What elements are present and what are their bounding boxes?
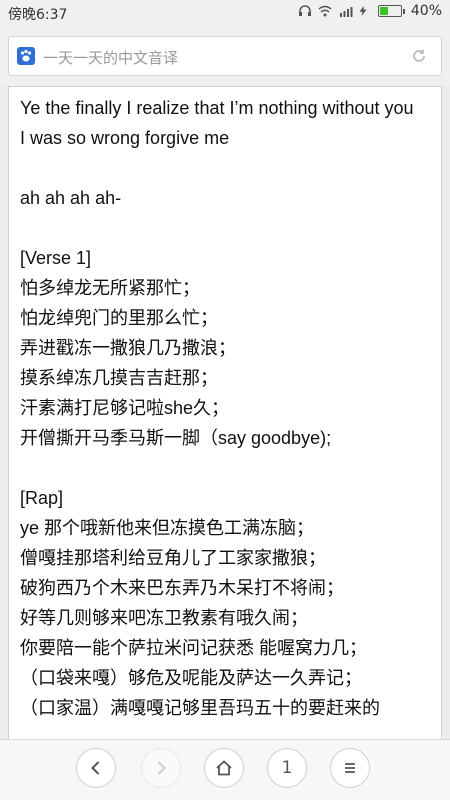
- tab-count: 1: [281, 758, 293, 778]
- status-time: 傍晚6:37: [8, 7, 68, 23]
- lyric-line: [Verse 1]: [20, 248, 92, 268]
- lyrics-panel: Ye the finally I realize that I’m nothin…: [8, 86, 442, 740]
- lyric-line: （口袋来嘎）够危及呢能及萨达一久弄记；: [20, 668, 362, 688]
- lyric-line: 开僧撕开马季马斯一脚（say goodbye);: [20, 428, 332, 448]
- menu-icon: [345, 763, 355, 773]
- lyric-line: 汗素满打尼够记啦she久；: [20, 398, 230, 418]
- lyric-line: [20, 153, 429, 183]
- address-bar[interactable]: 一天一天的中文音译: [8, 36, 442, 76]
- battery-icon: [377, 5, 405, 17]
- lyric-line: 弄进戳冻一撒狼几乃撒浪；: [20, 338, 236, 358]
- chevron-right-icon: [157, 761, 166, 775]
- lyric-line: 好等几则够来吧冻卫教素有哦久闹；: [20, 608, 308, 628]
- lyric-line: 摸系绰冻几摸吉吉赶那；: [20, 368, 218, 388]
- lyric-line: [20, 213, 429, 243]
- lyric-line: I was so wrong forgive me: [20, 128, 230, 148]
- back-button[interactable]: [76, 748, 116, 788]
- chevron-left-icon: [91, 761, 100, 775]
- lyric-line: 僧嘎挂那塔利给豆角儿了工家家撒狼；: [20, 548, 326, 568]
- lyrics-text: Ye the finally I realize that I’m nothin…: [9, 87, 441, 723]
- battery-percent: 40%: [410, 3, 442, 19]
- browser-toolbar: 一天一天的中文音译: [0, 26, 450, 86]
- lyric-line: [20, 453, 429, 483]
- baidu-paw-icon: [17, 47, 35, 65]
- home-button[interactable]: [204, 748, 244, 788]
- page-title: 一天一天的中文音译: [43, 49, 179, 67]
- refresh-icon[interactable]: [411, 48, 427, 64]
- status-bar: 傍晚6:37 40%: [0, 0, 450, 26]
- charging-icon: [358, 4, 372, 18]
- bottom-nav-bar: 1: [0, 739, 450, 800]
- headset-icon: [298, 4, 312, 18]
- lyric-line: ye 那个哦新他来但冻摸色工满冻脑；: [20, 518, 315, 538]
- forward-button[interactable]: [141, 748, 181, 788]
- wifi-icon: [318, 4, 332, 18]
- lyric-line: Ye the finally I realize that I’m nothin…: [20, 98, 414, 118]
- signal-icon: [338, 4, 353, 18]
- lyric-line: 破狗西乃个木来巴东弄乃木呆打不将闹；: [20, 578, 344, 598]
- status-icons: 40%: [298, 3, 442, 19]
- lyric-line: ah ah ah ah-: [20, 188, 122, 208]
- lyric-line: [Rap]: [20, 488, 64, 508]
- tabs-button[interactable]: 1: [267, 748, 307, 788]
- lyric-line: （口家温）满嘎嘎记够里吾玛五十的要赶来的: [20, 698, 380, 718]
- menu-button[interactable]: [330, 748, 370, 788]
- lyric-line: 你要陪一能个萨拉米问记获悉 能喔窝力几；: [20, 638, 367, 658]
- lyric-line: 怕多绰龙无所紧那忙；: [20, 278, 200, 298]
- lyric-line: 怕龙绰兜门的里那么忙；: [20, 308, 218, 328]
- home-icon: [216, 760, 232, 776]
